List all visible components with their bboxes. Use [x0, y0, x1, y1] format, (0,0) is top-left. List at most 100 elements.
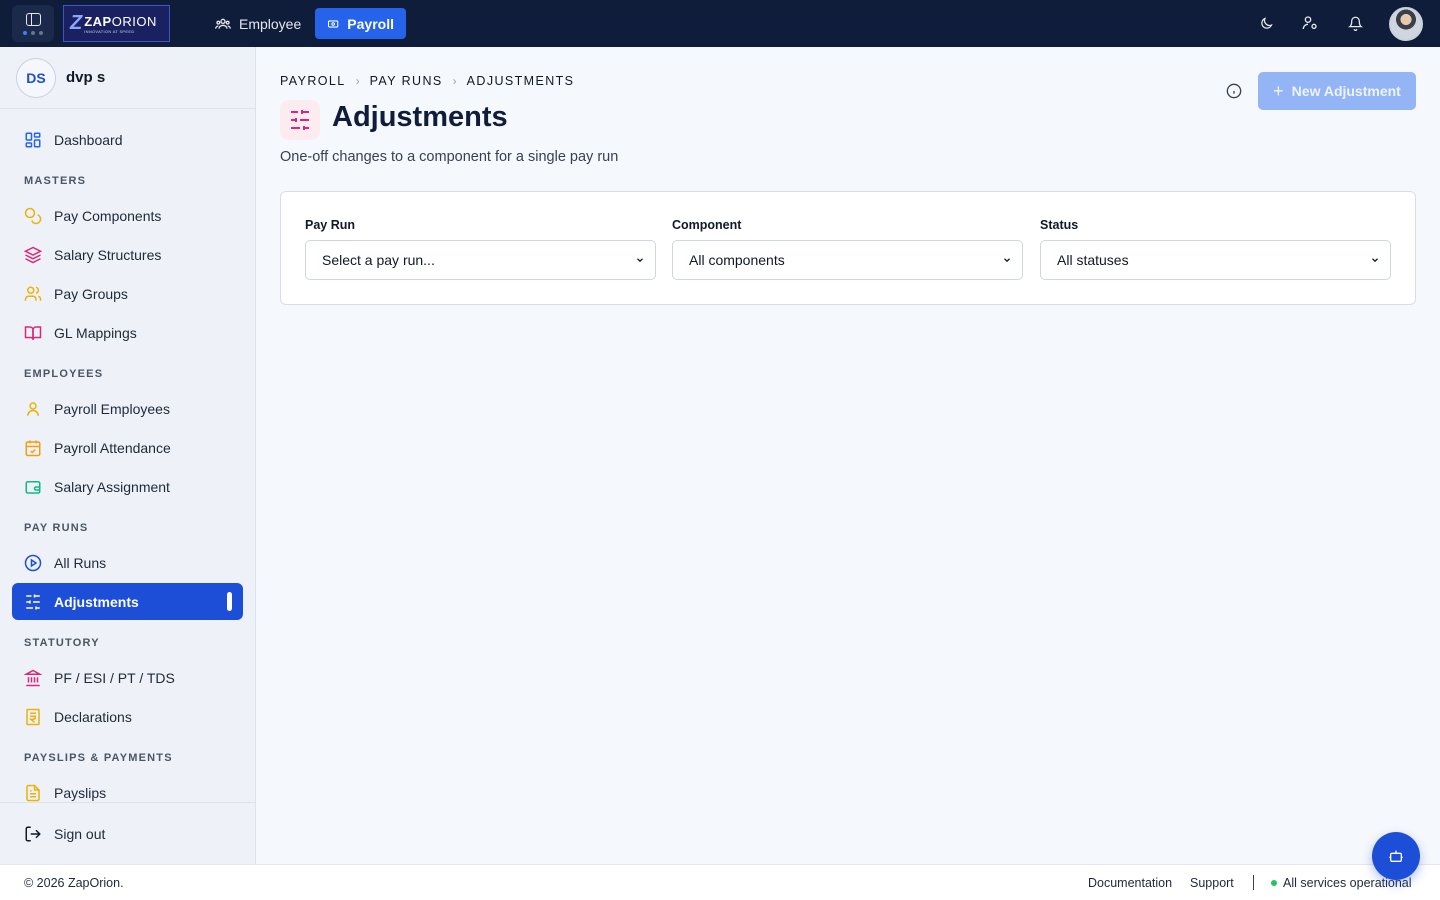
pay-run-label: Pay Run — [305, 218, 356, 232]
sidebar-item-pay-groups[interactable]: Pay Groups — [12, 275, 243, 312]
sidebar-item-gl-mappings[interactable]: GL Mappings — [12, 314, 243, 351]
pager-dots — [23, 30, 43, 35]
users-icon — [215, 18, 231, 29]
status-filter: Status All statuses — [1040, 218, 1391, 280]
sidebar-item-label: Payroll Employees — [54, 400, 170, 417]
sidebar-item-adjustments[interactable]: Adjustments — [12, 583, 243, 620]
sidebar-item-pf-esi-pt-tds[interactable]: PF / ESI / PT / TDS — [12, 659, 243, 696]
footer: © 2026 ZapOrion. Documentation Support A… — [0, 864, 1440, 900]
bell-icon[interactable] — [1346, 14, 1364, 32]
sidebar-item-label: Pay Groups — [54, 285, 128, 302]
support-link[interactable]: Support — [1190, 876, 1234, 890]
chevron-down-icon — [1002, 255, 1012, 265]
sidebar-item-payslips[interactable]: Payslips — [12, 774, 243, 802]
user-card: DS dvp s — [0, 47, 255, 109]
new-adjustment-label: New Adjustment — [1291, 83, 1401, 99]
status-dot-icon — [1271, 879, 1277, 886]
info-icon[interactable] — [1224, 81, 1244, 101]
section-statutory: STATUTORY — [24, 637, 100, 649]
sidebar-menu: Dashboard MASTERS Pay Components Salary … — [0, 109, 255, 802]
section-employees: EMPLOYEES — [24, 368, 104, 380]
pay-run-select[interactable]: Select a pay run... — [305, 240, 656, 280]
sidebar-item-label: All Runs — [54, 554, 107, 571]
breadcrumb-pay-runs[interactable]: PAY RUNS — [370, 74, 443, 88]
sidebar-footer: Sign out — [0, 802, 255, 864]
new-adjustment-button[interactable]: + New Adjustment — [1258, 72, 1416, 110]
component-label: Component — [672, 218, 742, 232]
app-logo[interactable]: Z ZAPORION INNOVATION AT SPEED — [63, 5, 170, 42]
status-select[interactable]: All statuses — [1040, 240, 1391, 280]
sign-out-label: Sign out — [54, 825, 106, 842]
component-filter: Component All components — [672, 218, 1023, 280]
sliders-icon — [280, 100, 320, 140]
sidebar-item-payroll-attendance[interactable]: Payroll Attendance — [12, 429, 243, 466]
section-payslips-payments: PAYSLIPS & PAYMENTS — [24, 752, 173, 764]
receipt-rupee-icon — [26, 708, 40, 725]
log-out-icon — [25, 826, 41, 841]
bot-icon — [1389, 850, 1403, 862]
sidebar-item-label: Payslips — [54, 784, 107, 801]
layout-grid-icon — [25, 132, 41, 147]
sidebar-item-label: Payroll Attendance — [54, 439, 171, 456]
nav-payroll[interactable]: Payroll — [315, 8, 406, 39]
logo-mark: Z — [70, 12, 83, 34]
sidebar-item-salary-assignment[interactable]: Salary Assignment — [12, 468, 243, 505]
user-name: dvp s — [66, 69, 106, 86]
sidebar-item-label: Salary Assignment — [54, 478, 170, 495]
filter-card: Pay Run Select a pay run... Component Al… — [280, 191, 1416, 305]
top-bar: Z ZAPORION INNOVATION AT SPEED Employee … — [0, 0, 1440, 47]
calendar-check-icon — [25, 440, 41, 456]
nav-employee[interactable]: Employee — [203, 8, 313, 39]
status-label: Status — [1040, 218, 1079, 232]
sliders-icon — [26, 594, 40, 609]
panel-toggle-button[interactable] — [12, 5, 54, 42]
sidebar-item-salary-structures[interactable]: Salary Structures — [12, 236, 243, 273]
landmark-icon — [24, 669, 42, 686]
sidebar-item-payroll-employees[interactable]: Payroll Employees — [12, 390, 243, 427]
user-avatar[interactable] — [1389, 7, 1423, 41]
logo-name: ZAPORION — [84, 13, 157, 29]
sidebar-item-label: Adjustments — [54, 593, 139, 610]
coins-icon — [24, 207, 42, 224]
play-circle-icon — [24, 554, 42, 571]
sidebar-item-dashboard[interactable]: Dashboard — [12, 121, 243, 158]
section-pay-runs: PAY RUNS — [24, 522, 89, 534]
active-indicator — [227, 592, 232, 611]
layers-icon — [24, 246, 42, 263]
sidebar-item-label: Dashboard — [54, 131, 123, 148]
component-select[interactable]: All components — [672, 240, 1023, 280]
breadcrumb-payroll[interactable]: PAYROLL — [280, 74, 346, 88]
pay-run-filter: Pay Run Select a pay run... — [305, 218, 656, 280]
sidebar-item-label: PF / ESI / PT / TDS — [54, 669, 175, 686]
documentation-link[interactable]: Documentation — [1088, 876, 1172, 890]
chatbot-button[interactable] — [1372, 832, 1420, 880]
user-icon — [27, 401, 39, 416]
component-value: All components — [689, 252, 785, 268]
moon-icon[interactable] — [1257, 14, 1275, 32]
book-open-icon — [24, 325, 42, 340]
chevron-down-icon — [1370, 255, 1380, 265]
status-value: All statuses — [1057, 252, 1129, 268]
nav-payroll-label: Payroll — [347, 15, 394, 32]
sidebar: DS dvp s Dashboard MASTERS Pay Component… — [0, 47, 256, 864]
sidebar-item-label: GL Mappings — [54, 324, 137, 341]
sidebar-item-label: Pay Components — [54, 207, 162, 224]
copyright: © 2026 ZapOrion. — [24, 875, 124, 890]
page-title: Adjustments — [332, 101, 508, 133]
users-icon — [24, 286, 42, 301]
user-initials-avatar: DS — [16, 57, 56, 98]
user-cog-icon[interactable] — [1301, 14, 1319, 32]
breadcrumb-adjustments: ADJUSTMENTS — [466, 74, 575, 88]
logo-tagline: INNOVATION AT SPEED — [84, 28, 135, 34]
breadcrumb: PAYROLL › PAY RUNS › ADJUSTMENTS — [280, 74, 574, 88]
nav-employee-label: Employee — [239, 15, 302, 32]
wallet-icon — [25, 480, 41, 494]
file-text-icon — [26, 784, 40, 801]
page-subtitle: One-off changes to a component for a sin… — [280, 149, 619, 165]
sidebar-item-pay-components[interactable]: Pay Components — [12, 197, 243, 234]
sidebar-item-label: Declarations — [54, 708, 132, 725]
chevron-down-icon — [635, 255, 645, 265]
sidebar-item-declarations[interactable]: Declarations — [12, 698, 243, 735]
sidebar-item-all-runs[interactable]: All Runs — [12, 544, 243, 581]
sign-out-button[interactable]: Sign out — [12, 815, 243, 852]
